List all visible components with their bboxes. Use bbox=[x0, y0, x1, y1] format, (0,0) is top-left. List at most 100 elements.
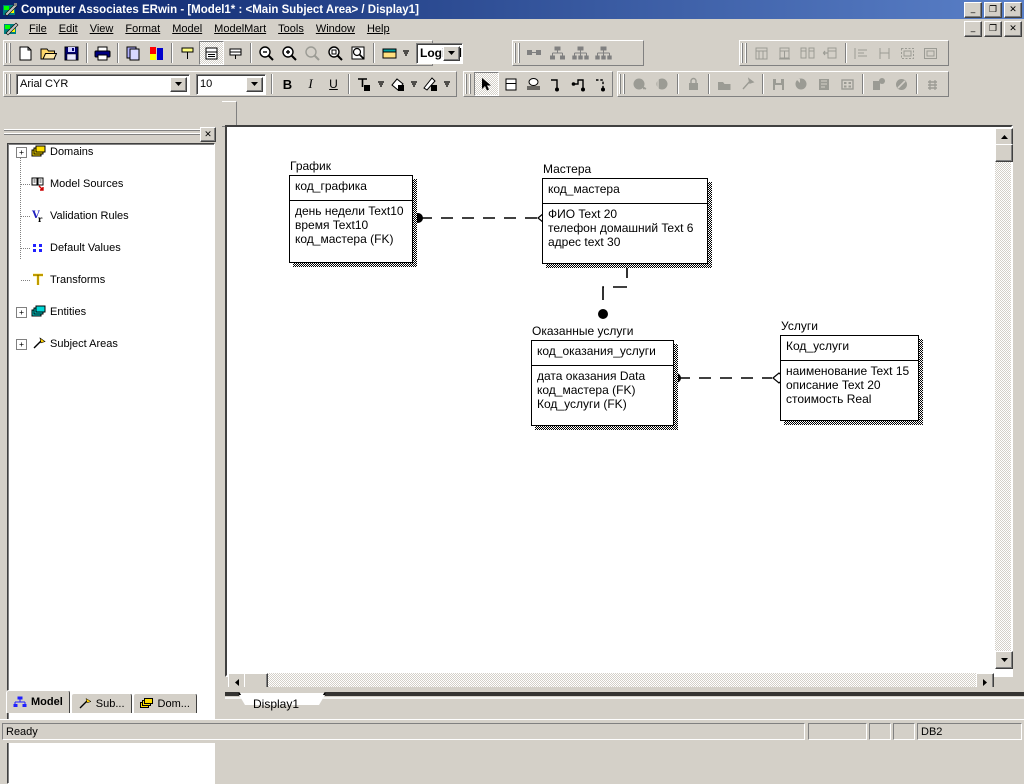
attribute-display-level-icon[interactable] bbox=[199, 41, 224, 65]
toolbar-gripper[interactable] bbox=[5, 43, 12, 63]
non-identifying-relationship-icon[interactable] bbox=[591, 73, 614, 95]
expander-icon[interactable]: + bbox=[16, 338, 27, 350]
canvas-vertical-scrollbar[interactable] bbox=[995, 128, 1013, 669]
mdi-close-button[interactable]: ✕ bbox=[1004, 21, 1022, 37]
compare-icon[interactable] bbox=[890, 73, 913, 95]
vertical-scroll-thumb[interactable] bbox=[995, 144, 1013, 162]
line-color-icon[interactable] bbox=[419, 73, 442, 95]
model-type-dropdown-icon[interactable] bbox=[443, 45, 461, 61]
mm-save-icon[interactable] bbox=[773, 42, 796, 64]
save-icon[interactable] bbox=[60, 42, 83, 64]
menu-item-modelmart[interactable]: ModelMart bbox=[208, 21, 272, 37]
report-icon[interactable] bbox=[867, 73, 890, 95]
panel-grip[interactable] bbox=[4, 129, 202, 138]
subject-area-add-icon[interactable] bbox=[713, 73, 736, 95]
entity-display-level-icon[interactable] bbox=[176, 42, 199, 64]
many-to-many-relationship-icon[interactable] bbox=[568, 73, 591, 95]
minimize-button[interactable]: _ bbox=[964, 2, 982, 18]
menu-item-tools[interactable]: Tools bbox=[272, 21, 310, 37]
open-file-icon[interactable] bbox=[37, 42, 60, 64]
menu-item-edit[interactable]: Edit bbox=[53, 21, 84, 37]
close-button[interactable]: ✕ bbox=[1004, 2, 1022, 18]
font-size-combo[interactable]: 10 bbox=[196, 73, 266, 95]
tree-item-entities[interactable]: + Entities bbox=[8, 304, 214, 320]
lock-icon[interactable] bbox=[682, 73, 705, 95]
mdi-restore-button[interactable]: ❐ bbox=[984, 21, 1002, 37]
menu-item-file[interactable]: File bbox=[23, 21, 53, 37]
font-family-combo[interactable]: Arial CYR bbox=[16, 73, 190, 95]
mm-refresh-icon[interactable] bbox=[819, 42, 842, 64]
maximize-button[interactable]: ❐ bbox=[984, 2, 1002, 18]
expander-icon[interactable]: + bbox=[16, 146, 27, 158]
new-file-icon[interactable] bbox=[14, 42, 37, 64]
tree-item-model-sources[interactable]: Model Sources bbox=[8, 176, 214, 192]
zoom-actual-icon[interactable] bbox=[324, 42, 347, 64]
entity-tool-icon[interactable] bbox=[499, 73, 522, 95]
print-icon[interactable] bbox=[91, 42, 114, 64]
menu-item-format[interactable]: Format bbox=[119, 21, 166, 37]
menu-item-window[interactable]: Window bbox=[310, 21, 361, 37]
subject-area-icon[interactable] bbox=[523, 42, 546, 64]
copy-icon[interactable] bbox=[122, 42, 145, 64]
align-center-icon[interactable] bbox=[873, 42, 896, 64]
tree-item-default-values[interactable]: Default Values bbox=[8, 240, 214, 256]
expander-icon[interactable]: + bbox=[16, 306, 27, 318]
font-color-icon[interactable] bbox=[353, 73, 376, 95]
tree-item-validation-rules[interactable]: Vr Validation Rules bbox=[8, 208, 214, 224]
tree-item-subject-areas[interactable]: + Subject Areas bbox=[8, 336, 214, 352]
zoom-selection-icon[interactable] bbox=[301, 42, 324, 64]
tab-domains[interactable]: Dom... bbox=[132, 693, 197, 713]
document-icon[interactable] bbox=[3, 21, 19, 37]
font-size-dropdown-icon[interactable] bbox=[246, 76, 263, 92]
menu-item-view[interactable]: View bbox=[84, 21, 120, 37]
toolbar-gripper[interactable] bbox=[465, 74, 472, 94]
pin-icon[interactable] bbox=[736, 73, 759, 95]
bold-button[interactable]: B bbox=[276, 73, 299, 95]
table-grid-icon[interactable] bbox=[836, 73, 859, 95]
scroll-down-button[interactable] bbox=[995, 651, 1013, 669]
fill-color-dropdown-icon[interactable] bbox=[409, 73, 419, 95]
color-palette-icon[interactable] bbox=[145, 42, 168, 64]
subtype-icon[interactable] bbox=[628, 73, 651, 95]
zoom-out-icon[interactable] bbox=[255, 42, 278, 64]
diagram-canvas[interactable]: График код_графика день недели Text10 вр… bbox=[227, 127, 1007, 671]
view-tool-icon[interactable] bbox=[522, 73, 545, 95]
model-tree-3-icon[interactable] bbox=[592, 42, 615, 64]
menu-item-help[interactable]: Help bbox=[361, 21, 396, 37]
font-family-dropdown-icon[interactable] bbox=[170, 76, 187, 92]
pointer-tool-icon[interactable] bbox=[474, 72, 499, 96]
model-tree-2-icon[interactable] bbox=[569, 42, 592, 64]
db-sync-icon[interactable] bbox=[767, 73, 790, 95]
stored-display-dropdown-icon[interactable] bbox=[401, 42, 411, 64]
complete-subtype-icon[interactable] bbox=[651, 73, 674, 95]
tree-item-transforms[interactable]: Transforms bbox=[8, 272, 214, 288]
mm-compare-icon[interactable] bbox=[796, 42, 819, 64]
definition-display-level-icon[interactable] bbox=[224, 42, 247, 64]
toolbar-gripper[interactable] bbox=[619, 74, 626, 94]
italic-button[interactable]: I bbox=[299, 73, 322, 95]
tab-subject-areas[interactable]: Sub... bbox=[70, 693, 132, 713]
zoom-in-icon[interactable] bbox=[278, 42, 301, 64]
fill-color-icon[interactable] bbox=[386, 73, 409, 95]
model-tree-icon[interactable] bbox=[546, 42, 569, 64]
identifying-relationship-icon[interactable] bbox=[545, 73, 568, 95]
model-type-combo[interactable]: Logical bbox=[416, 42, 464, 64]
model-tree[interactable]: + Domains Model Sources Vr Validation Ru… bbox=[7, 143, 215, 784]
ungroup-icon[interactable] bbox=[919, 42, 942, 64]
menu-item-model[interactable]: Model bbox=[166, 21, 208, 37]
toolbar-gripper[interactable] bbox=[741, 43, 748, 63]
font-color-dropdown-icon[interactable] bbox=[376, 73, 386, 95]
schema-gen-icon[interactable] bbox=[813, 73, 836, 95]
align-left-icon[interactable] bbox=[850, 42, 873, 64]
line-color-dropdown-icon[interactable] bbox=[442, 73, 452, 95]
entity-box[interactable]: код_мастера ФИО Text 20 телефон домашний… bbox=[542, 178, 708, 264]
mdi-minimize-button[interactable]: _ bbox=[964, 21, 982, 37]
entity-box[interactable]: Код_услуги наименование Text 15 описание… bbox=[780, 335, 919, 421]
entity-box[interactable]: код_графика день недели Text10 время Tex… bbox=[289, 175, 413, 263]
mm-lock-icon[interactable] bbox=[921, 73, 944, 95]
zoom-fit-icon[interactable] bbox=[347, 42, 370, 64]
mm-open-icon[interactable] bbox=[750, 42, 773, 64]
toolbar-gripper[interactable] bbox=[5, 74, 12, 94]
group-icon[interactable] bbox=[896, 42, 919, 64]
toolbar-gripper[interactable] bbox=[514, 43, 521, 63]
